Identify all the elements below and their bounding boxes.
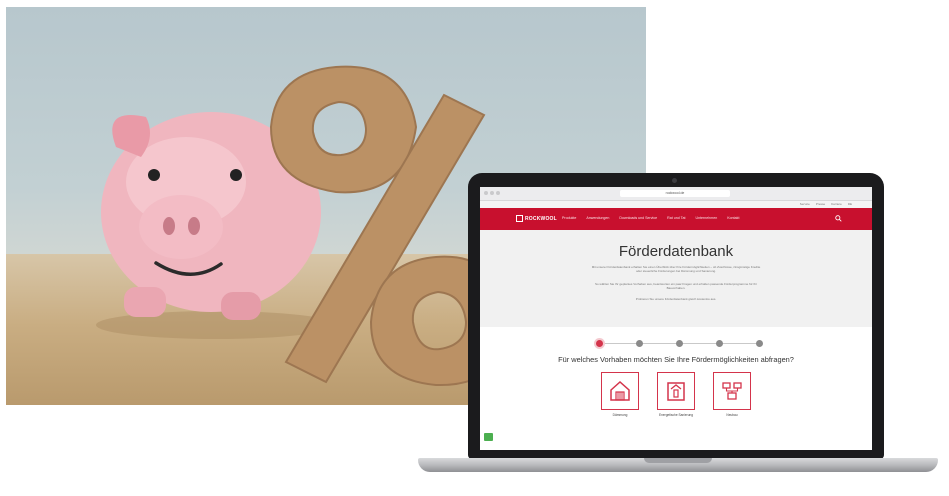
nav-item-kontakt[interactable]: Kontakt bbox=[727, 216, 739, 220]
page-title: Förderdatenbank bbox=[618, 243, 734, 260]
nav-item-rat-und-tat[interactable]: Rat und Tat bbox=[667, 216, 685, 220]
option-label-neubau: Neubau bbox=[726, 413, 738, 417]
meta-navigation: Service Presse Karriere DE bbox=[480, 201, 872, 208]
option-daemmung[interactable] bbox=[601, 372, 639, 410]
intro-paragraph-3: Probieren Sie unsere Förderdatenbank gle… bbox=[635, 297, 717, 301]
wizard-stepper bbox=[596, 338, 766, 350]
main-header: ROCKWOOL Produkte Anwendungen Downloads … bbox=[480, 208, 872, 230]
renovation-house-icon bbox=[667, 382, 685, 401]
step-3[interactable] bbox=[676, 340, 683, 347]
option-energetische-sanierung[interactable] bbox=[657, 372, 695, 410]
meta-link-service[interactable]: Service bbox=[800, 201, 810, 208]
option-label-daemmung: Dämmung bbox=[612, 413, 628, 417]
search-icon[interactable] bbox=[835, 215, 842, 222]
laptop-screen: rockwool.de Service Presse Karriere DE R… bbox=[480, 187, 872, 450]
laptop-bezel: rockwool.de Service Presse Karriere DE R… bbox=[468, 173, 884, 459]
window-maximize-icon[interactable] bbox=[496, 191, 500, 195]
intro-paragraph: Mit unserer Förderdatenbank erhalten Sie… bbox=[591, 265, 761, 273]
laptop-mockup: rockwool.de Service Presse Karriere DE R… bbox=[418, 173, 938, 496]
nav-item-produkte[interactable]: Produkte bbox=[562, 216, 576, 220]
step-5[interactable] bbox=[756, 340, 763, 347]
window-controls bbox=[484, 191, 500, 195]
logo-icon bbox=[516, 215, 523, 222]
nav-item-unternehmen[interactable]: Unternehmen bbox=[695, 216, 717, 220]
intro-paragraph-2: So wählen Sie Ihr geplantes Vorhaben aus… bbox=[595, 282, 757, 290]
nav-item-anwendungen[interactable]: Anwendungen bbox=[586, 216, 609, 220]
laptop-base bbox=[418, 458, 938, 472]
meta-link-presse[interactable]: Presse bbox=[816, 201, 825, 208]
step-4[interactable] bbox=[716, 340, 723, 347]
browser-toolbar: rockwool.de bbox=[480, 187, 872, 201]
main-navigation: Produkte Anwendungen Downloads und Servi… bbox=[562, 216, 739, 220]
address-bar[interactable]: rockwool.de bbox=[620, 190, 730, 197]
wizard-question: Für welches Vorhaben möchten Sie Ihre Fö… bbox=[558, 355, 794, 364]
hero-section: Förderdatenbank Mit unserer Förderdatenb… bbox=[480, 230, 872, 327]
house-icon bbox=[610, 380, 630, 401]
brand-name: ROCKWOOL bbox=[525, 215, 557, 222]
brand-logo[interactable]: ROCKWOOL bbox=[516, 215, 557, 222]
option-neubau[interactable] bbox=[713, 372, 751, 410]
cookie-badge[interactable] bbox=[484, 433, 493, 441]
nav-item-downloads[interactable]: Downloads und Service bbox=[619, 216, 657, 220]
window-minimize-icon[interactable] bbox=[490, 191, 494, 195]
language-switch[interactable]: DE bbox=[848, 201, 852, 208]
laptop-notch bbox=[644, 458, 712, 463]
meta-link-karriere[interactable]: Karriere bbox=[831, 201, 842, 208]
option-label-sanierung: Energetische Sanierung bbox=[658, 413, 694, 417]
step-2[interactable] bbox=[636, 340, 643, 347]
webcam bbox=[672, 178, 677, 183]
step-1[interactable] bbox=[596, 340, 603, 347]
window-close-icon[interactable] bbox=[484, 191, 488, 195]
blueprint-icon bbox=[722, 382, 742, 400]
